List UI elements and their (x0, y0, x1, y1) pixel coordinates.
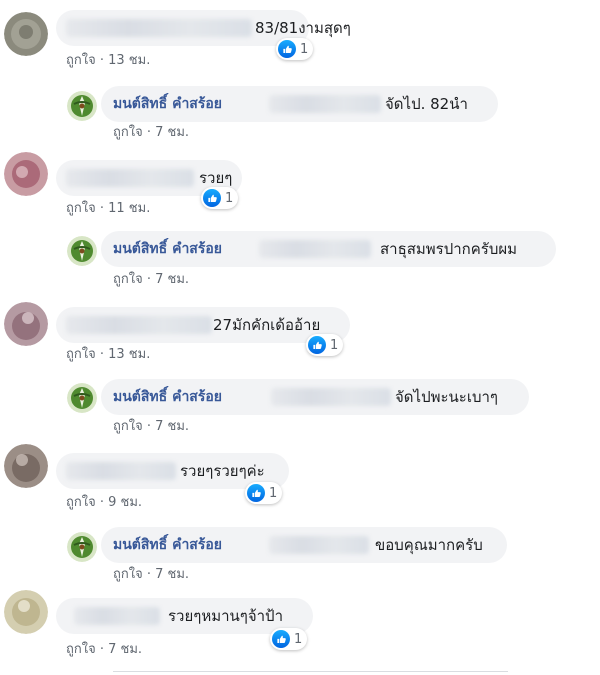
timestamp[interactable]: 9 ชม. (108, 495, 142, 510)
reply-text: จัดไปพะนะเบาๆ (395, 388, 498, 406)
like-thumb-icon (247, 484, 265, 502)
reply-author[interactable]: มนต์สิทธิ์ คำสร้อย (113, 239, 222, 259)
reply-bubble: มนต์สิทธิ์ คำสร้อย จัดไป. 82นำ (101, 86, 498, 122)
avatar[interactable] (67, 91, 97, 121)
like-link[interactable]: ถูกใจ (113, 272, 143, 287)
comment-bubble: 83/81งามสุดๆ (56, 10, 351, 46)
reply-text: ขอบคุณมากครับ (375, 536, 483, 554)
reply-bubble: มนต์สิทธิ์ คำสร้อย ขอบคุณมากครับ (101, 527, 507, 563)
comment-text: 83/81งามสุดๆ (255, 19, 351, 37)
reply-author[interactable]: มนต์สิทธิ์ คำสร้อย (113, 535, 222, 555)
reply-actions: ถูกใจ · 7 ชม. (113, 125, 190, 140)
comment-bubble: 27มักคักเด้ออ้าย (56, 307, 350, 343)
comment-actions: ถูกใจ · 9 ชม. (66, 495, 143, 510)
like-link[interactable]: ถูกใจ (66, 201, 96, 216)
avatar[interactable] (4, 590, 48, 634)
avatar[interactable] (4, 152, 48, 196)
reply-actions: ถูกใจ · 7 ชม. (113, 419, 190, 434)
timestamp[interactable]: 11 ชม. (108, 201, 150, 216)
comment-actions: ถูกใจ · 13 ชม. (66, 53, 151, 68)
reply-bubble: มนต์สิทธิ์ คำสร้อย สาธุสมพรปากครับผม (101, 231, 556, 267)
timestamp[interactable]: 7 ชม. (155, 567, 189, 582)
avatar[interactable] (67, 532, 97, 562)
reaction-badge[interactable]: 1 (201, 187, 239, 209)
reply-text: จัดไป. 82นำ (385, 95, 468, 113)
like-link[interactable]: ถูกใจ (66, 347, 96, 362)
reply-actions: ถูกใจ · 7 ชม. (113, 567, 190, 582)
avatar[interactable] (4, 302, 48, 346)
reply-actions: ถูกใจ · 7 ชม. (113, 272, 190, 287)
reply-author[interactable]: มนต์สิทธิ์ คำสร้อย (113, 94, 222, 114)
timestamp[interactable]: 13 ชม. (108, 347, 150, 362)
timestamp[interactable]: 7 ชม. (108, 642, 142, 657)
timestamp[interactable]: 7 ชม. (155, 272, 189, 287)
like-thumb-icon (278, 40, 296, 58)
avatar[interactable] (67, 383, 97, 413)
divider (113, 671, 508, 672)
like-link[interactable]: ถูกใจ (113, 419, 143, 434)
avatar[interactable] (4, 444, 48, 488)
comment-actions: ถูกใจ · 7 ชม. (66, 642, 143, 657)
reply-bubble: มนต์สิทธิ์ คำสร้อย จัดไปพะนะเบาๆ (101, 379, 529, 415)
reply-author[interactable]: มนต์สิทธิ์ คำสร้อย (113, 387, 222, 407)
like-link[interactable]: ถูกใจ (66, 53, 96, 68)
blurred-commenter-name (66, 316, 212, 334)
timestamp[interactable]: 7 ชม. (155, 125, 189, 140)
reaction-badge[interactable]: 1 (245, 482, 283, 504)
like-thumb-icon (272, 630, 290, 648)
comment-text: รวยๆรวยๆค่ะ (180, 462, 265, 480)
like-link[interactable]: ถูกใจ (113, 125, 143, 140)
like-thumb-icon (203, 189, 221, 207)
comment-text: รวยๆ (199, 169, 233, 187)
avatar[interactable] (67, 236, 97, 266)
reaction-badge[interactable]: 1 (306, 334, 344, 356)
blurred-commenter-name (66, 19, 252, 37)
like-thumb-icon (308, 336, 326, 354)
avatar[interactable] (4, 12, 48, 56)
like-link[interactable]: ถูกใจ (66, 495, 96, 510)
reaction-badge[interactable]: 1 (270, 628, 308, 650)
like-link[interactable]: ถูกใจ (66, 642, 96, 657)
blurred-mention (269, 536, 369, 554)
comment-actions: ถูกใจ · 11 ชม. (66, 201, 151, 216)
blurred-commenter-name (66, 169, 194, 187)
comment-text: 27มักคักเด้ออ้าย (213, 316, 321, 334)
blurred-commenter-name (74, 607, 160, 625)
timestamp[interactable]: 13 ชม. (108, 53, 150, 68)
blurred-commenter-name (66, 462, 176, 480)
reply-text: สาธุสมพรปากครับผม (380, 240, 518, 258)
comment-text: รวยๆหมานๆจ้าป้า (168, 607, 283, 625)
reaction-badge[interactable]: 1 (276, 38, 314, 60)
blurred-mention (271, 388, 391, 406)
like-link[interactable]: ถูกใจ (113, 567, 143, 582)
timestamp[interactable]: 7 ชม. (155, 419, 189, 434)
comment-actions: ถูกใจ · 13 ชม. (66, 347, 151, 362)
blurred-mention (259, 240, 371, 258)
blurred-mention (269, 95, 381, 113)
